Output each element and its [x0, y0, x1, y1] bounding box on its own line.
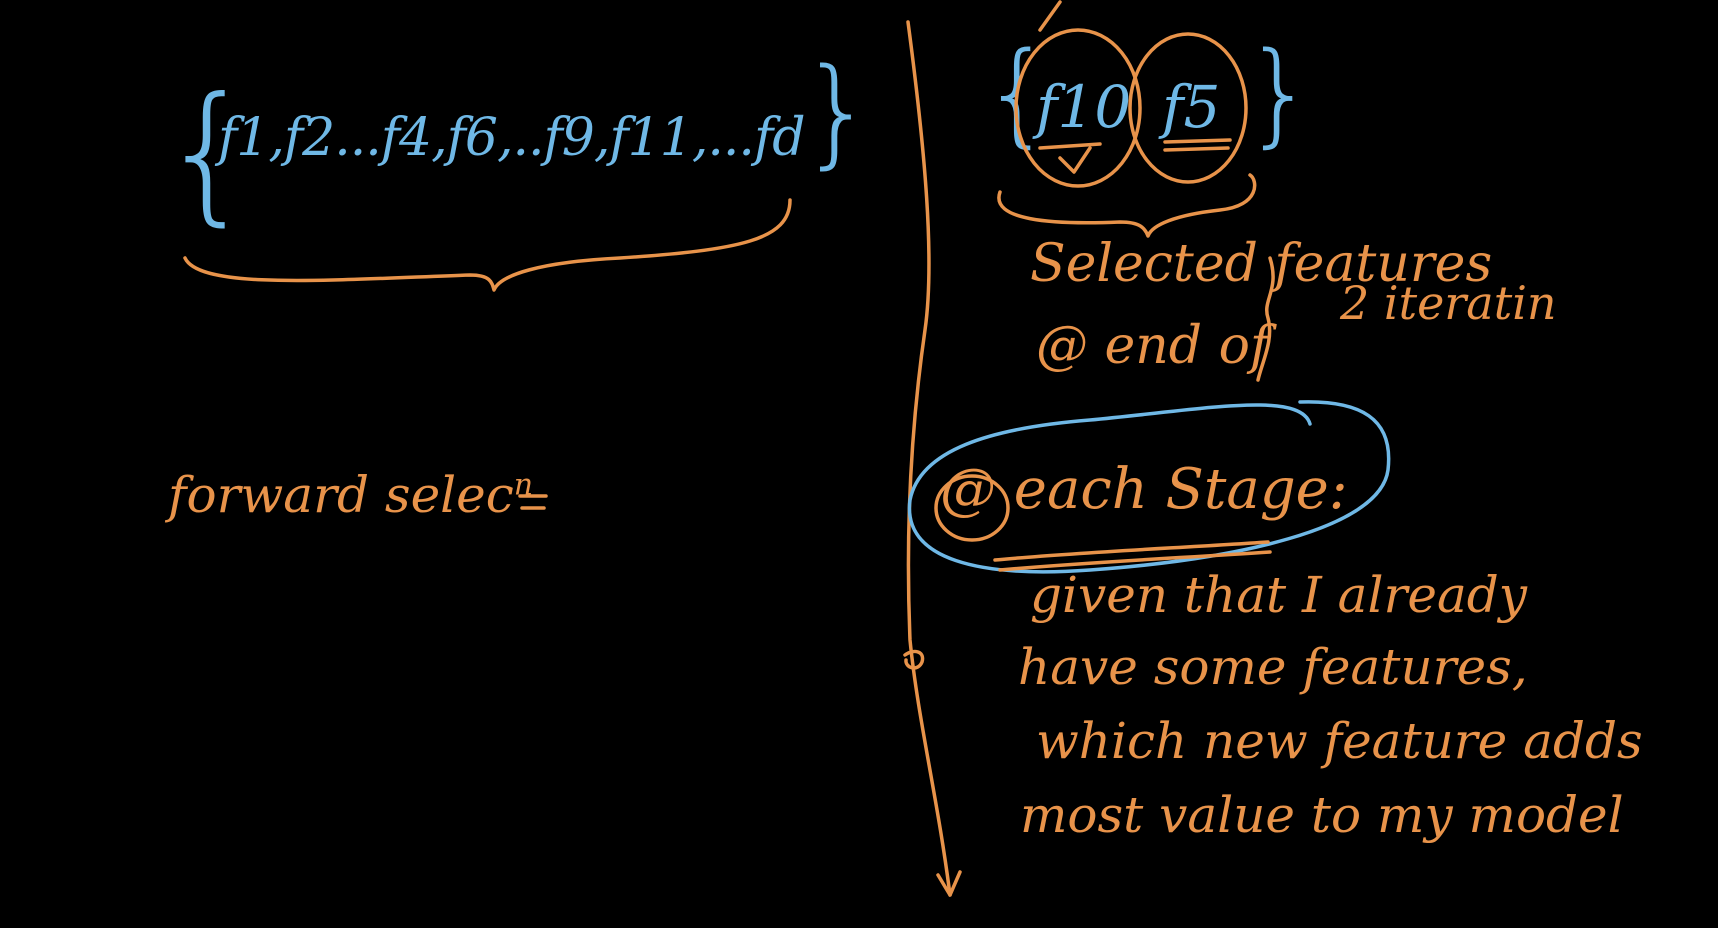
ink-strokes [183, 0, 1391, 897]
f5-underline [1163, 138, 1232, 152]
each-stage-outline [907, 400, 1391, 574]
vertical-divider-line [906, 20, 952, 897]
at-sign-circle [934, 474, 1010, 542]
underbrace-selected [997, 173, 1257, 238]
underbrace-full-set [183, 198, 792, 292]
caption-connector-brace [1256, 256, 1275, 382]
circle-f10 [1014, 28, 1142, 188]
circle-f5 [1128, 32, 1248, 184]
top-tick-mark [1038, 0, 1062, 32]
label-underline-mark [518, 494, 548, 510]
whiteboard-canvas: { f1,f2...f4,f6,..f9,f11,...fd } forward… [0, 0, 1718, 928]
f10-checkmark [1058, 146, 1092, 174]
